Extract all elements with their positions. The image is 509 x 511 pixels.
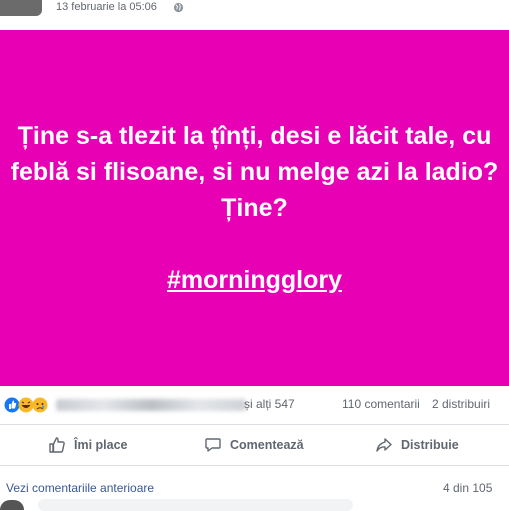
post-text: Ține s-a tlezit la țînți, desi e lăcit t… bbox=[10, 122, 499, 222]
reactions-summary: și alți 547 110 comentarii 2 distribuiri bbox=[0, 386, 509, 425]
thumbs-up-icon bbox=[49, 437, 65, 453]
avatar[interactable] bbox=[0, 0, 42, 16]
sad-icon bbox=[32, 397, 48, 413]
like-icon bbox=[4, 397, 20, 413]
comment-label: Comentează bbox=[230, 438, 304, 452]
like-label: Îmi place bbox=[74, 438, 128, 452]
comment-bubble bbox=[38, 499, 353, 511]
commenter-avatar[interactable] bbox=[0, 500, 24, 510]
hashtag-link[interactable]: #morningglory bbox=[0, 262, 509, 298]
haha-icon bbox=[18, 397, 34, 413]
shares-count[interactable]: 2 distribuiri bbox=[432, 397, 490, 411]
share-icon bbox=[376, 438, 392, 452]
post-content[interactable]: Ține s-a tlezit la țînți, desi e lăcit t… bbox=[0, 30, 509, 386]
post-timestamp[interactable]: 13 februarie la 05:06 bbox=[56, 1, 157, 13]
view-previous-comments-link[interactable]: Vezi comentariile anterioare bbox=[6, 481, 154, 495]
share-button[interactable]: Distribuie bbox=[375, 435, 459, 455]
globe-icon bbox=[173, 2, 184, 13]
like-button[interactable]: Îmi place bbox=[48, 435, 128, 455]
post-header: 13 februarie la 05:06 bbox=[0, 0, 509, 30]
comment-button[interactable]: Comentează bbox=[204, 435, 304, 455]
share-label: Distribuie bbox=[401, 438, 459, 452]
comment-icon bbox=[205, 438, 221, 452]
reaction-icons[interactable] bbox=[4, 397, 52, 413]
reactions-others[interactable]: și alți 547 bbox=[244, 397, 295, 411]
blurred-reactor-names bbox=[56, 399, 246, 411]
comment-counter: 4 din 105 bbox=[443, 481, 493, 495]
comments-count[interactable]: 110 comentarii bbox=[342, 397, 420, 411]
post-actions: Îmi place Comentează Distribuie bbox=[0, 425, 509, 466]
